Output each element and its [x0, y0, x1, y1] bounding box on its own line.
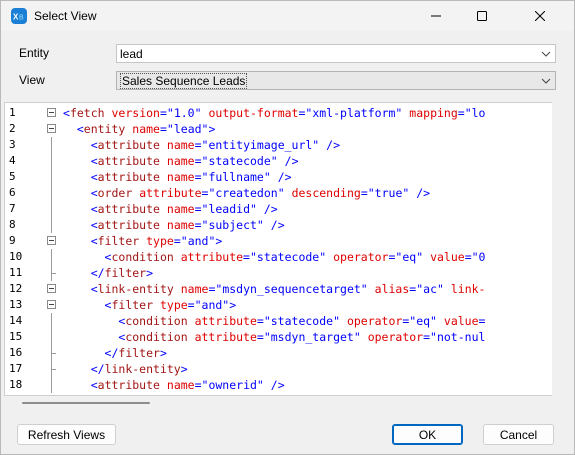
code-text: <filter type="and"> [90, 234, 223, 248]
line-number: 8 [9, 218, 16, 231]
ok-button[interactable]: OK [392, 424, 463, 445]
code-line: 16 </filter> [5, 345, 553, 361]
minimize-icon [431, 15, 441, 17]
maximize-button[interactable] [459, 1, 505, 31]
close-button[interactable] [505, 1, 574, 31]
code-text: <attribute name="entityimage_url" /> [90, 138, 341, 152]
line-number: 9 [9, 234, 16, 247]
fold-toggle-icon[interactable] [47, 108, 56, 117]
code-text: <attribute name="subject" /> [90, 218, 285, 232]
svg-text:B: B [19, 15, 24, 22]
fold-guide [51, 153, 52, 169]
line-number: 14 [9, 314, 23, 327]
fold-toggle-icon[interactable] [47, 284, 56, 293]
code-line: 1 <fetch version="1.0" output-format="xml… [5, 105, 553, 121]
code-line: 12 <link-entity name="msdyn_sequencetarg… [5, 281, 553, 297]
fold-toggle-icon[interactable] [47, 300, 56, 309]
line-number: 10 [9, 250, 23, 263]
code-line: 17 </link-entity> [5, 361, 553, 377]
code-line: 9 <filter type="and"> [5, 233, 553, 249]
fetchxml-editor[interactable]: 1 <fetch version="1.0" output-format="xml… [4, 102, 554, 396]
code-text: <attribute name="fullname" /> [90, 170, 292, 184]
code-text: <filter type="and"> [104, 298, 237, 312]
line-number: 7 [9, 202, 16, 215]
fold-toggle-icon[interactable] [47, 124, 56, 133]
line-number: 11 [9, 266, 23, 279]
code-text: </filter> [90, 266, 154, 280]
code-text: </link-entity> [90, 362, 188, 376]
code-text: <link-entity name="msdyn_sequencetarget"… [90, 282, 486, 296]
code-line: 13 <filter type="and"> [5, 297, 553, 313]
line-number: 2 [9, 122, 16, 135]
line-number: 3 [9, 138, 16, 151]
line-number: 4 [9, 154, 16, 167]
fold-guide [51, 329, 52, 345]
line-number: 18 [9, 378, 23, 391]
code-line: 2 <entity name="lead"> [5, 121, 553, 137]
line-number: 17 [9, 362, 23, 375]
code-text: <order attribute="createdon" descending=… [90, 186, 431, 200]
view-label: View [19, 73, 45, 87]
cancel-button[interactable]: Cancel [483, 424, 554, 445]
code-text: <fetch version="1.0" output-format="xml-… [63, 106, 486, 120]
code-text: <condition attribute="msdyn_target" oper… [118, 330, 486, 344]
scrollbar-thumb[interactable] [22, 402, 150, 404]
code-line: 18 <attribute name="ownerid" /> [5, 377, 553, 393]
entity-value: lead [120, 47, 143, 61]
fold-guide [51, 249, 52, 265]
code-line: 4 <attribute name="statecode" /> [5, 153, 553, 169]
editor-vertical-scrollbar[interactable] [552, 102, 572, 396]
refresh-views-button[interactable]: Refresh Views [17, 424, 116, 445]
window-title: Select View [34, 9, 97, 23]
code-line: 11 </filter> [5, 265, 553, 281]
code-text: <attribute name="leadid" /> [90, 202, 278, 216]
code-line: 10 <condition attribute="statecode" oper… [5, 249, 553, 265]
fold-guide [51, 185, 52, 201]
fold-toggle-icon[interactable] [47, 236, 56, 245]
line-number: 16 [9, 346, 23, 359]
title-bar: X B Select View [1, 1, 574, 31]
fold-end-marker [51, 273, 56, 274]
code-text: </filter> [104, 346, 167, 360]
code-line: 7 <attribute name="leadid" /> [5, 201, 553, 217]
code-text: <condition attribute="statecode" operato… [104, 250, 486, 264]
code-line: 3 <attribute name="entityimage_url" /> [5, 137, 553, 153]
code-text: <attribute name="statecode" /> [90, 154, 299, 168]
fold-guide [51, 137, 52, 153]
select-view-dialog: X B Select View Entity lead View Sales S… [0, 0, 575, 455]
maximize-icon [477, 11, 487, 21]
fold-guide [51, 201, 52, 217]
line-number: 6 [9, 186, 16, 199]
line-number: 12 [9, 282, 23, 295]
code-line: 5 <attribute name="fullname" /> [5, 169, 553, 185]
line-number: 5 [9, 170, 16, 183]
fold-end-marker [51, 369, 56, 370]
code-line: 6 <order attribute="createdon" descendin… [5, 185, 553, 201]
fold-end-marker [51, 353, 56, 354]
code-line: 8 <attribute name="subject" /> [5, 217, 553, 233]
line-number: 1 [9, 106, 16, 119]
fold-guide [51, 313, 52, 329]
code-line: 14 <condition attribute="statecode" oper… [5, 313, 553, 329]
app-icon: X B [11, 8, 27, 24]
entity-label: Entity [19, 46, 50, 60]
view-value: Sales Sequence Leads [120, 73, 248, 89]
code-text: <attribute name="ownerid" /> [90, 378, 285, 392]
chevron-down-icon [541, 51, 551, 57]
close-icon [534, 11, 545, 21]
code-text: <entity name="lead"> [76, 122, 216, 136]
code-line: 15 <condition attribute="msdyn_target" o… [5, 329, 553, 345]
line-number: 13 [9, 298, 23, 311]
fold-guide [51, 169, 52, 185]
chevron-down-icon [541, 78, 551, 84]
fold-guide [51, 377, 52, 393]
code-text: <condition attribute="statecode" operato… [118, 314, 486, 328]
minimize-button[interactable] [413, 1, 459, 31]
line-number: 15 [9, 330, 23, 343]
entity-combobox[interactable]: lead [116, 44, 556, 63]
editor-horizontal-scrollbar[interactable] [4, 398, 552, 408]
view-combobox[interactable]: Sales Sequence Leads [116, 71, 556, 90]
fold-guide [51, 217, 52, 233]
